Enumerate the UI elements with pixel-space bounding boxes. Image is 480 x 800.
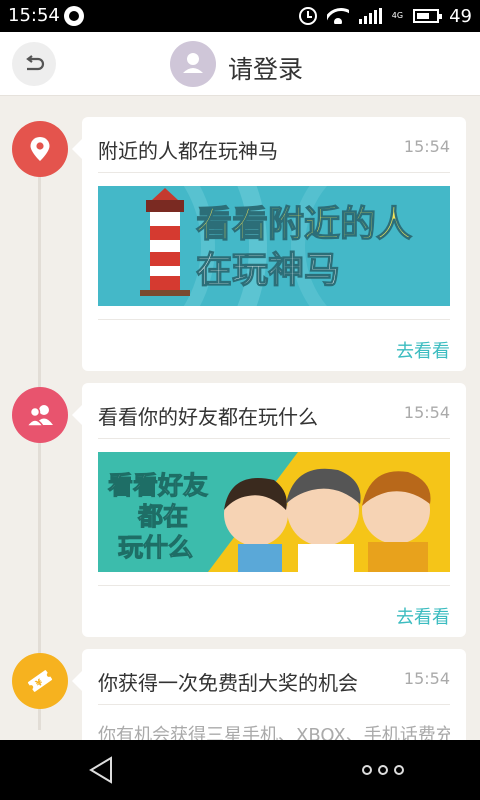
nav-more-button[interactable] xyxy=(362,765,404,775)
nearby-banner[interactable]: 看看附近的人 在玩神马 xyxy=(98,186,450,306)
nav-back-button[interactable] xyxy=(88,756,114,784)
battery-percent: 49 xyxy=(449,5,472,27)
card-time: 15:54 xyxy=(403,669,450,688)
banner-text-line2: 在玩神马 xyxy=(196,250,340,291)
network-type-label: 4G xyxy=(391,11,404,20)
friends-icon xyxy=(25,405,53,427)
avatar[interactable] xyxy=(170,41,216,87)
banner-text-line1: 看看附近的人 xyxy=(196,204,412,245)
divider xyxy=(98,172,450,173)
signal-icon xyxy=(358,8,382,24)
status-time: 15:54 xyxy=(8,5,60,26)
divider xyxy=(98,319,450,320)
card-title: 看看你的好友都在玩什么 xyxy=(98,405,318,429)
friends-banner-image: 看看好友 都在 玩什么 xyxy=(98,452,450,572)
dot-icon xyxy=(394,765,404,775)
card-title: 你获得一次免费刮大奖的机会 xyxy=(98,671,358,695)
banner-text-line2: 都在 xyxy=(137,502,188,531)
banner-text-line3: 玩什么 xyxy=(118,533,193,562)
battery-icon xyxy=(413,9,443,23)
card-title: 附近的人都在玩神马 xyxy=(98,139,278,163)
banner-text-line1: 看看好友 xyxy=(108,471,208,500)
divider xyxy=(98,585,450,586)
lottery-node: ¥ xyxy=(12,653,68,709)
location-pin-icon xyxy=(30,137,50,161)
sync-icon xyxy=(64,6,84,26)
back-arrow-icon xyxy=(26,55,45,71)
system-nav-bar xyxy=(0,740,480,800)
feed-card[interactable]: 你获得一次免费刮大奖的机会 15:54 你有机会获得三星手机、XBOX、手机话费… xyxy=(72,649,466,746)
dot-icon xyxy=(362,765,372,775)
back-button[interactable] xyxy=(12,42,56,86)
divider xyxy=(98,438,450,439)
nearby-banner-image: 看看附近的人 在玩神马 xyxy=(98,186,450,306)
lottery-ticket-icon: ¥ xyxy=(27,670,53,692)
user-avatar-icon xyxy=(183,53,203,73)
dot-icon xyxy=(378,765,388,775)
header: 请登录 xyxy=(0,32,480,96)
friends-node xyxy=(12,387,68,443)
divider xyxy=(98,704,450,705)
feed-card[interactable]: 看看你的好友都在玩什么 15:54 看看好友 都在 玩什么 去看看 xyxy=(72,383,466,637)
location-node xyxy=(12,121,68,177)
alarm-icon xyxy=(298,7,317,25)
wifi-icon xyxy=(326,8,349,24)
card-time: 15:54 xyxy=(403,137,450,156)
view-nearby-link[interactable]: 去看看 xyxy=(396,337,450,363)
card-time: 15:54 xyxy=(403,403,450,422)
login-label[interactable]: 请登录 xyxy=(228,50,303,86)
status-bar: 15:54 4G 49 xyxy=(0,0,480,32)
feed-card[interactable]: 附近的人都在玩神马 15:54 看看附近的人 在玩神马 去看看 xyxy=(72,117,466,371)
view-friends-link[interactable]: 去看看 xyxy=(396,603,450,629)
status-icons: 4G 49 xyxy=(298,4,472,28)
friends-banner[interactable]: 看看好友 都在 玩什么 xyxy=(98,452,450,572)
